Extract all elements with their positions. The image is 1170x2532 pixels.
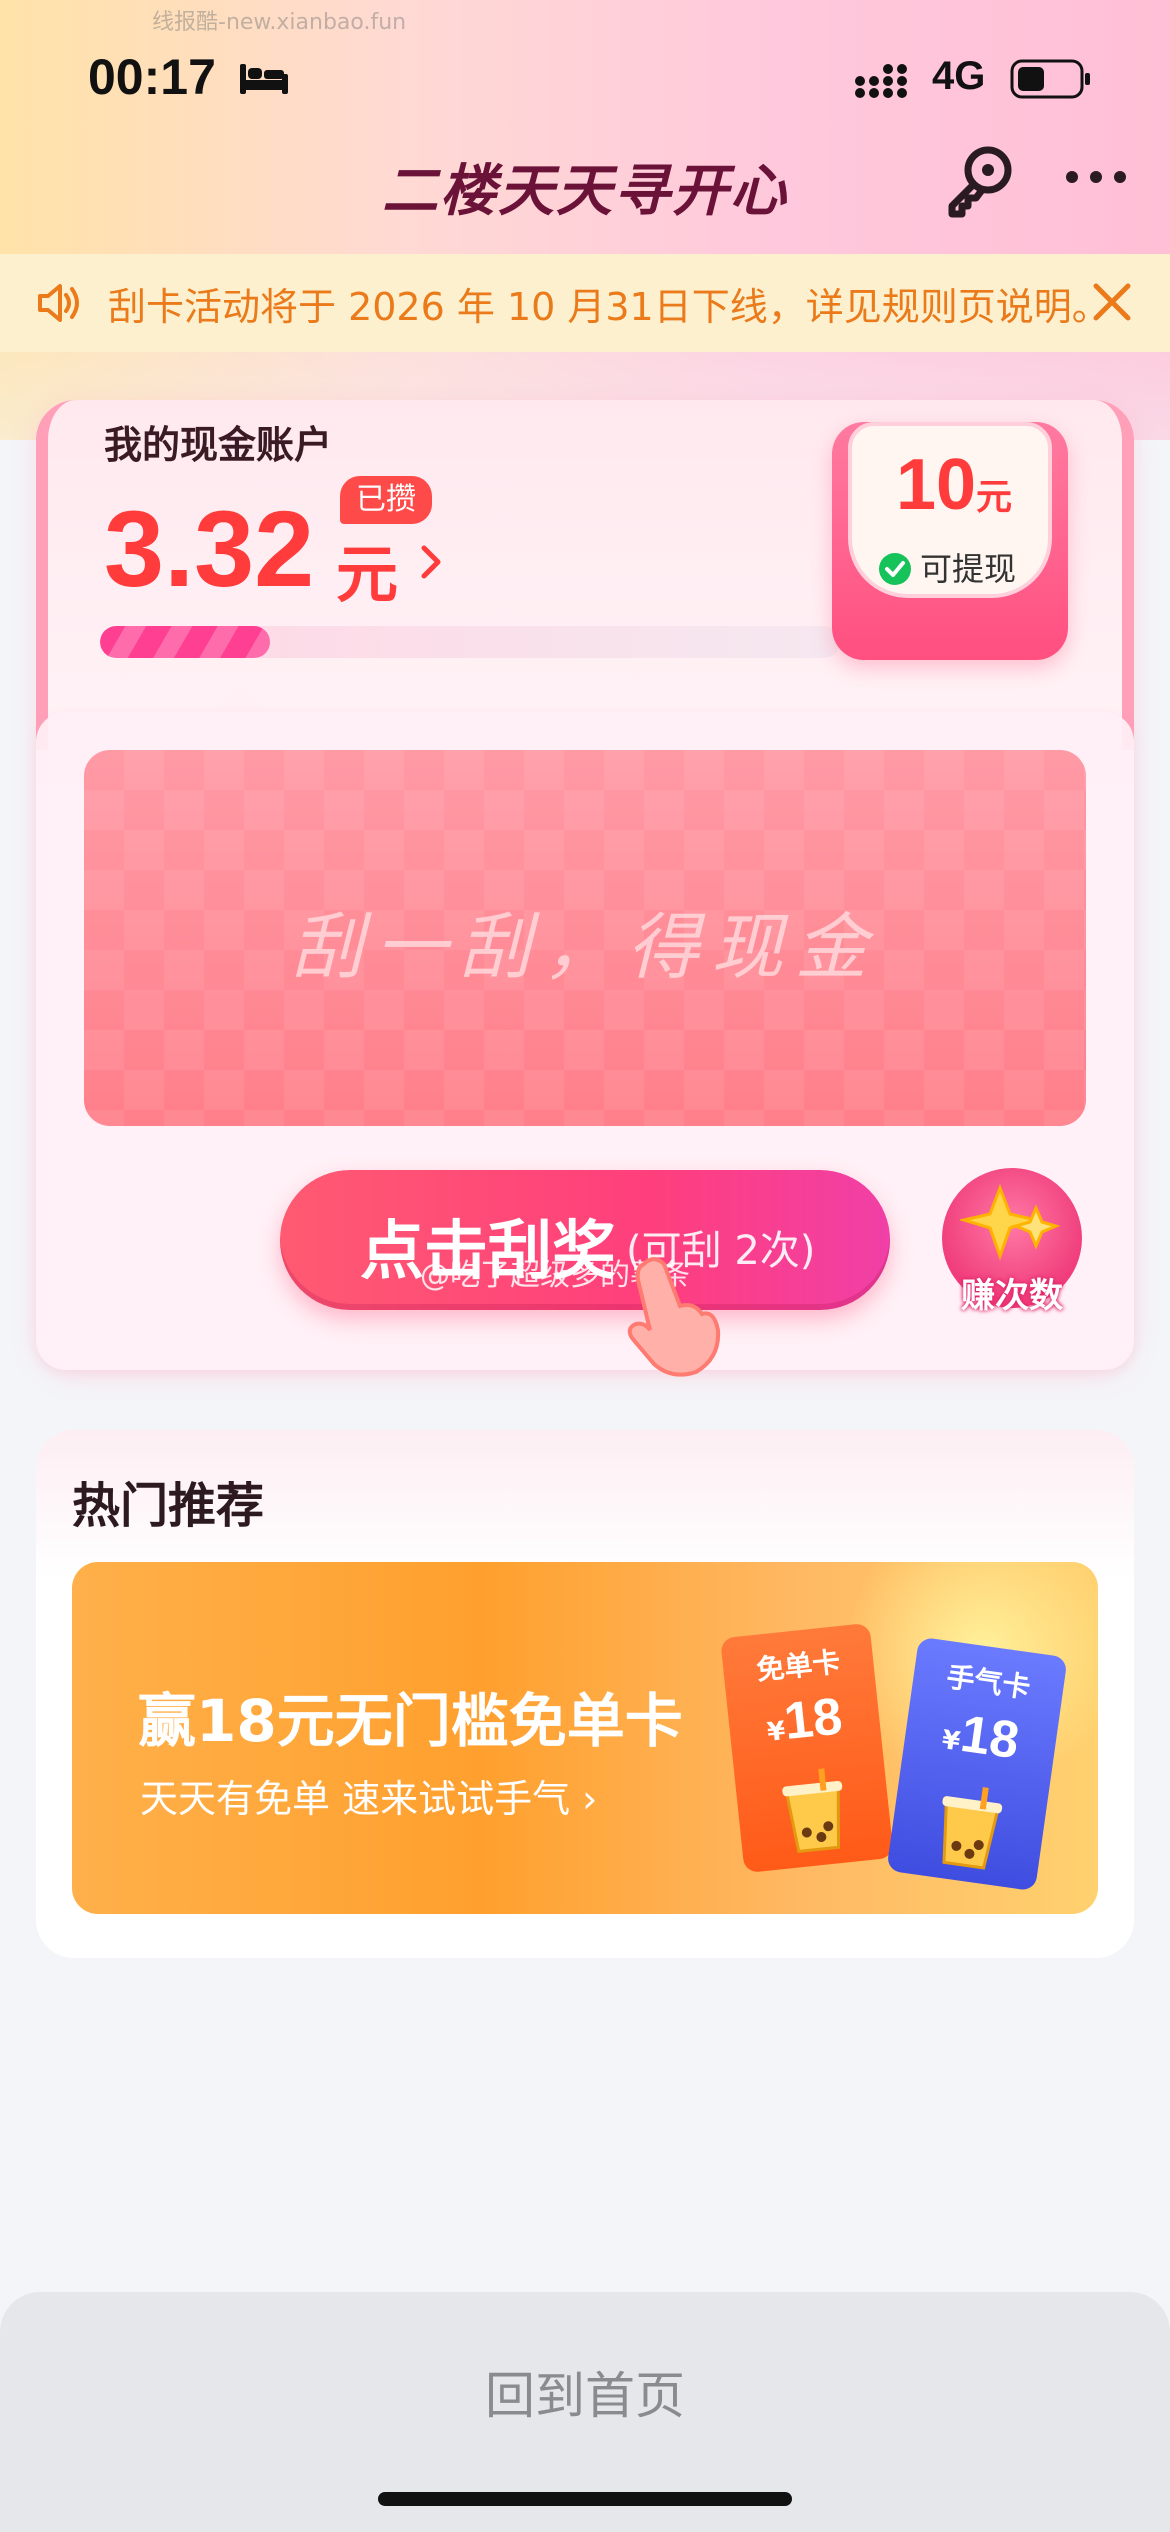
- promo-banner[interactable]: 赢18元无门槛免单卡 天天有免单 速来试试手气 › 免单卡 ¥18 手气卡 ¥1…: [72, 1562, 1098, 1914]
- sleep-focus-icon: [240, 64, 288, 94]
- chevron-right-icon[interactable]: [418, 540, 446, 584]
- cashout-label-row: 可提现: [878, 544, 1016, 590]
- earn-chances-label: 赚次数: [961, 1276, 1063, 1316]
- pointing-hand-icon: [627, 1257, 721, 1377]
- cashout-card: 10元 可提现: [848, 422, 1052, 598]
- ticket-price: ¥18: [765, 1687, 845, 1752]
- home-indicator: [378, 2492, 792, 2506]
- luck-ticket: 手气卡 ¥18: [886, 1636, 1068, 1892]
- cashout-label: 可提现: [920, 550, 1017, 588]
- promo-subtitle: 天天有免单 速来试试手气 ›: [140, 1777, 598, 1821]
- milk-tea-icon: [942, 1787, 1003, 1870]
- hot-recommend-title: 热门推荐: [72, 1478, 265, 1534]
- cash-progress-fill: [100, 626, 271, 658]
- cashout-value: 10: [895, 445, 977, 525]
- free-order-ticket: 免单卡 ¥18: [720, 1622, 894, 1874]
- cellular-signal-icon: [855, 64, 907, 98]
- ticket-price: ¥18: [939, 1704, 1023, 1771]
- watermark-top: 线报酷-new.xianbao.fun: [152, 10, 407, 35]
- account-label: 我的现金账户: [104, 423, 333, 467]
- account-unit: 元: [336, 538, 399, 611]
- back-home-button[interactable]: 回到首页: [0, 2356, 1170, 2428]
- more-icon[interactable]: [1062, 162, 1130, 192]
- speaker-icon: [38, 284, 79, 322]
- nav-bar: 二楼天天寻开心: [0, 130, 1170, 240]
- check-circle-icon: [879, 553, 911, 585]
- cashout-amount: 10元: [852, 444, 1056, 526]
- cashout-unit: 元: [976, 477, 1013, 518]
- key-icon[interactable]: [938, 140, 1018, 220]
- battery-icon: [1010, 59, 1090, 99]
- earn-chances-button[interactable]: 赚次数: [942, 1168, 1082, 1318]
- saved-badge: 已攒: [340, 476, 432, 524]
- cashout-target[interactable]: 10元 可提现: [832, 422, 1068, 660]
- close-icon[interactable]: [1090, 280, 1134, 324]
- status-bar: 00:17 4G: [0, 40, 1170, 120]
- status-time: 00:17: [88, 49, 216, 105]
- network-type: 4G: [932, 54, 986, 98]
- notice-text: 刮卡活动将于 2026 年 10 月31日下线，详见规则页说明。: [108, 285, 1110, 329]
- sparkle-star-icon: [960, 1183, 1061, 1261]
- account-amount[interactable]: 3.32: [104, 486, 314, 611]
- scratch-placeholder: 刮一刮，得现金: [290, 905, 879, 989]
- cash-progress-bar: [100, 626, 840, 658]
- notice-bar: 刮卡活动将于 2026 年 10 月31日下线，详见规则页说明。: [0, 254, 1170, 352]
- promo-title: 赢18元无门槛免单卡: [138, 1687, 683, 1755]
- milk-tea-icon: [782, 1768, 843, 1854]
